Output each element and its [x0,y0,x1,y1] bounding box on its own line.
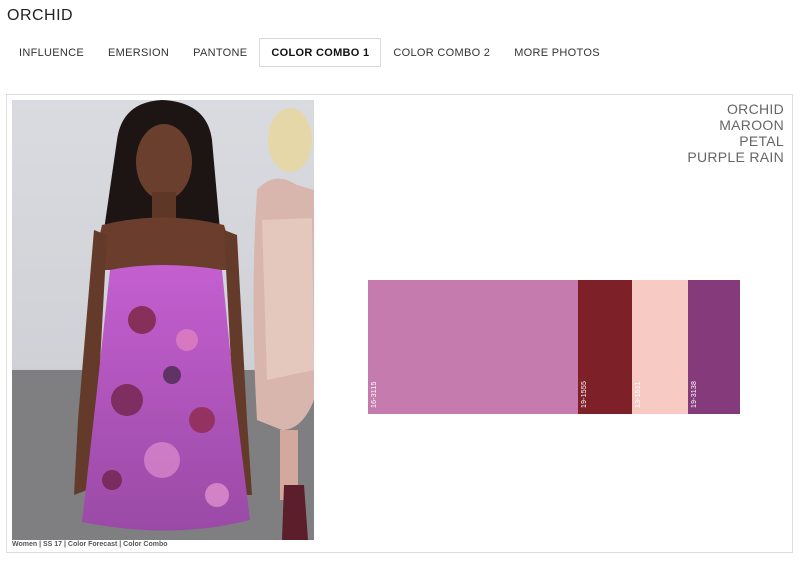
tab-pantone[interactable]: PANTONE [181,38,259,67]
tab-bar: INFLUENCE EMERSION PANTONE COLOR COMBO 1… [7,38,612,67]
swatch-code: 16-3115 [371,381,378,408]
tab-more-photos[interactable]: MORE PHOTOS [502,38,612,67]
color-name-1: ORCHID [726,101,784,117]
swatch-orchid: 16-3115 [368,280,578,414]
runway-photo [12,100,314,540]
color-name-3: PETAL [739,133,784,149]
color-swatch-strip: 16-3115 19-1555 13-1511 19-3138 [368,280,740,414]
color-name-list: ORCHID MAROON PETAL PURPLE RAIN [687,101,784,165]
swatch-petal: 13-1511 [632,280,688,414]
swatch-purple-rain: 19-3138 [688,280,740,414]
page-title: ORCHID [7,7,74,24]
color-name-2: MAROON [719,117,784,133]
tab-emersion[interactable]: EMERSION [96,38,181,67]
photo-caption: Women | SS 17 | Color Forecast | Color C… [12,541,168,548]
swatch-maroon: 19-1555 [578,280,632,414]
swatch-code: 19-3138 [691,380,698,408]
tab-color-combo-2[interactable]: COLOR COMBO 2 [381,38,502,67]
swatch-code: 13-1511 [635,381,642,408]
swatch-code: 19-1555 [581,380,588,408]
tab-influence[interactable]: INFLUENCE [7,38,96,67]
color-combo-panel: Women | SS 17 | Color Forecast | Color C… [6,94,793,553]
tab-color-combo-1[interactable]: COLOR COMBO 1 [259,38,382,67]
color-name-4: PURPLE RAIN [687,149,784,165]
